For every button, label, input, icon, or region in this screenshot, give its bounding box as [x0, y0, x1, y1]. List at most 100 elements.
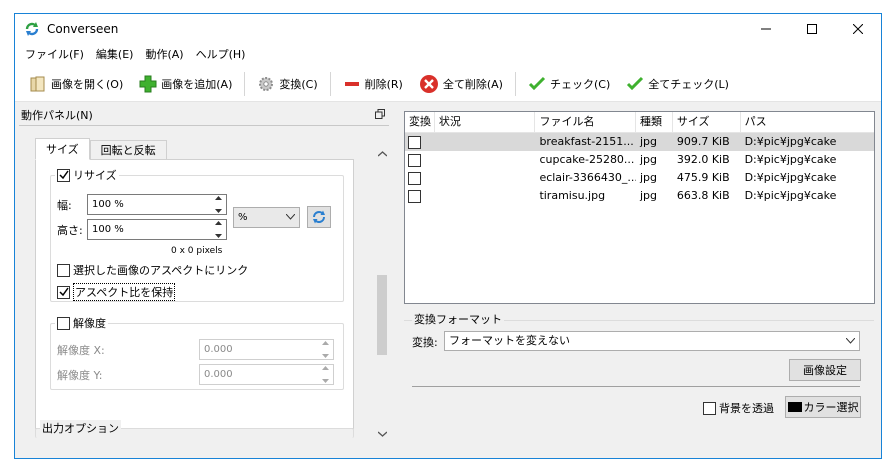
row-status: [435, 187, 536, 205]
row-status: [435, 151, 536, 169]
resolution-y-label: 解像度 Y:: [57, 368, 103, 382]
resize-checkbox-box[interactable]: [57, 168, 70, 182]
table-row[interactable]: eclair-3366430_... jpg 475.9 KiB D:¥pic¥…: [405, 169, 874, 187]
title-bar: Converseen: [15, 14, 881, 44]
link-aspect-checkbox[interactable]: 選択した画像のアスペクトにリンク: [57, 262, 248, 278]
resolution-x-spinbox[interactable]: 0.000: [199, 339, 334, 360]
image-settings-button[interactable]: 画像設定: [789, 359, 861, 381]
format-divider: [412, 386, 860, 387]
table-row[interactable]: tiramisu.jpg jpg 663.8 KiB D:¥pic¥jpg¥ca…: [405, 187, 874, 205]
column-status[interactable]: 状況: [435, 112, 536, 132]
close-button[interactable]: [835, 14, 881, 44]
spin-down-icon: [322, 354, 329, 358]
resize-checkbox[interactable]: リサイズ: [55, 167, 119, 183]
add-images-button[interactable]: 画像を追加(A): [131, 70, 240, 98]
row-status: [435, 169, 536, 187]
transparent-bg-checkbox[interactable]: 背景を透過: [703, 400, 774, 416]
keep-aspect-checkbox[interactable]: アスペクト比を保持: [57, 283, 176, 301]
check-mark-icon: [58, 170, 69, 180]
check-all-button[interactable]: 全てチェック(L): [618, 70, 737, 98]
row-type: jpg: [640, 189, 658, 202]
check-all-label: 全てチェック(L): [648, 77, 729, 91]
link-aspect-label: 選択した画像のアスペクトにリンク: [73, 264, 249, 277]
status-bar: [15, 438, 881, 458]
tab-rotate-flip[interactable]: 回転と反転: [89, 140, 167, 160]
unit-value: %: [238, 211, 248, 223]
width-value: 100 %: [92, 199, 124, 210]
resolution-y-spinbox[interactable]: 0.000: [199, 364, 334, 385]
open-images-button[interactable]: 画像を開く(O): [21, 70, 131, 98]
row-path: D:¥pic¥jpg¥cake: [744, 153, 837, 166]
check-button[interactable]: チェック(C): [520, 70, 618, 98]
scroll-up-icon[interactable]: [378, 151, 387, 157]
row-checkbox[interactable]: [405, 187, 435, 205]
row-size: 663.8 KiB: [676, 189, 730, 202]
convert-button[interactable]: 変換(C): [249, 70, 325, 98]
color-swatch: [787, 402, 802, 412]
color-select-label: カラー選択: [803, 401, 859, 414]
delete-button[interactable]: 削除(R): [335, 70, 411, 98]
scrollbar-thumb[interactable]: [377, 275, 387, 355]
tab-size[interactable]: サイズ: [35, 138, 90, 160]
tab-bar: サイズ 回転と反転: [35, 138, 167, 160]
column-path[interactable]: パス: [741, 112, 874, 132]
row-checkbox-box[interactable]: [408, 189, 421, 203]
menu-edit[interactable]: 編集(E): [90, 45, 140, 65]
panel-scrollbar[interactable]: [376, 151, 389, 441]
row-checkbox[interactable]: [405, 169, 435, 187]
toolbar: 画像を開く(O) 画像を追加(A) 変換(C) 削除(R) 全て削除(A) チェ…: [15, 66, 881, 102]
row-checkbox-box[interactable]: [408, 135, 421, 149]
scroll-down-icon[interactable]: [378, 431, 387, 437]
table-row[interactable]: breakfast-2151... jpg 909.7 KiB D:¥pic¥j…: [405, 133, 874, 151]
row-type: jpg: [640, 153, 658, 166]
size-tab-page: リサイズ 幅: 100 % 高さ: 100 % % 0 x 0 pixels 選…: [35, 159, 354, 429]
swap-dimensions-button[interactable]: [307, 206, 331, 228]
spin-down-icon: [215, 234, 222, 238]
resolution-x-spin-arrows[interactable]: [319, 341, 332, 358]
height-spin-arrows[interactable]: [212, 221, 225, 238]
column-filename[interactable]: ファイル名: [535, 112, 637, 132]
color-select-button[interactable]: カラー選択: [785, 396, 861, 418]
maximize-button[interactable]: [789, 14, 835, 44]
resolution-checkbox[interactable]: 解像度: [55, 315, 108, 331]
unit-combo[interactable]: %: [233, 206, 300, 228]
width-spinbox[interactable]: 100 %: [87, 194, 227, 215]
window-title: Converseen: [47, 22, 119, 36]
table-header: 変換 状況 ファイル名 種類 サイズ パス: [405, 112, 874, 133]
minimize-icon: [761, 28, 771, 30]
format-combo[interactable]: フォーマットを変えない: [444, 331, 860, 351]
transparent-bg-checkbox-box[interactable]: [703, 401, 716, 415]
column-type[interactable]: 種類: [636, 112, 673, 132]
menu-action[interactable]: 動作(A): [139, 45, 189, 65]
row-checkbox-box[interactable]: [408, 153, 421, 167]
format-label: 変換:: [412, 336, 438, 349]
check-mark-icon: [58, 287, 69, 297]
column-size[interactable]: サイズ: [673, 112, 741, 132]
row-checkbox[interactable]: [405, 151, 435, 169]
toolbar-separator: [244, 71, 246, 96]
resolution-checkbox-box[interactable]: [57, 316, 70, 330]
column-convert[interactable]: 変換: [405, 112, 435, 132]
menu-help[interactable]: ヘルプ(H): [190, 45, 252, 65]
link-aspect-checkbox-box[interactable]: [57, 263, 70, 277]
resolution-y-spin-arrows[interactable]: [319, 366, 332, 383]
delete-all-button[interactable]: 全て削除(A): [411, 70, 511, 98]
file-list[interactable]: 変換 状況 ファイル名 種類 サイズ パス breakfast-2151... …: [404, 111, 875, 304]
chevron-down-icon: [846, 338, 855, 344]
refresh-icon: [313, 210, 325, 224]
height-label: 高さ:: [57, 223, 83, 237]
minimize-button[interactable]: [743, 14, 789, 44]
menu-file[interactable]: ファイル(F): [19, 45, 90, 65]
table-row[interactable]: cupcake-25280... jpg 392.0 KiB D:¥pic¥jp…: [405, 151, 874, 169]
keep-aspect-checkbox-box[interactable]: [57, 285, 70, 299]
spin-down-icon: [322, 379, 329, 383]
row-checkbox[interactable]: [405, 133, 435, 151]
height-spinbox[interactable]: 100 %: [87, 219, 227, 240]
width-spin-arrows[interactable]: [212, 196, 225, 213]
panel-splitter[interactable]: [391, 106, 401, 446]
float-panel-icon[interactable]: [375, 109, 385, 122]
row-checkbox-box[interactable]: [408, 171, 421, 185]
row-size: 475.9 KiB: [676, 171, 730, 184]
app-window: Converseen ファイル(F) 編集(E) 動作(A) ヘルプ(H) 画像…: [14, 13, 882, 459]
action-panel: サイズ 回転と反転 リサイズ 幅: 100 % 高さ: 100 % % 0 x …: [19, 125, 389, 438]
